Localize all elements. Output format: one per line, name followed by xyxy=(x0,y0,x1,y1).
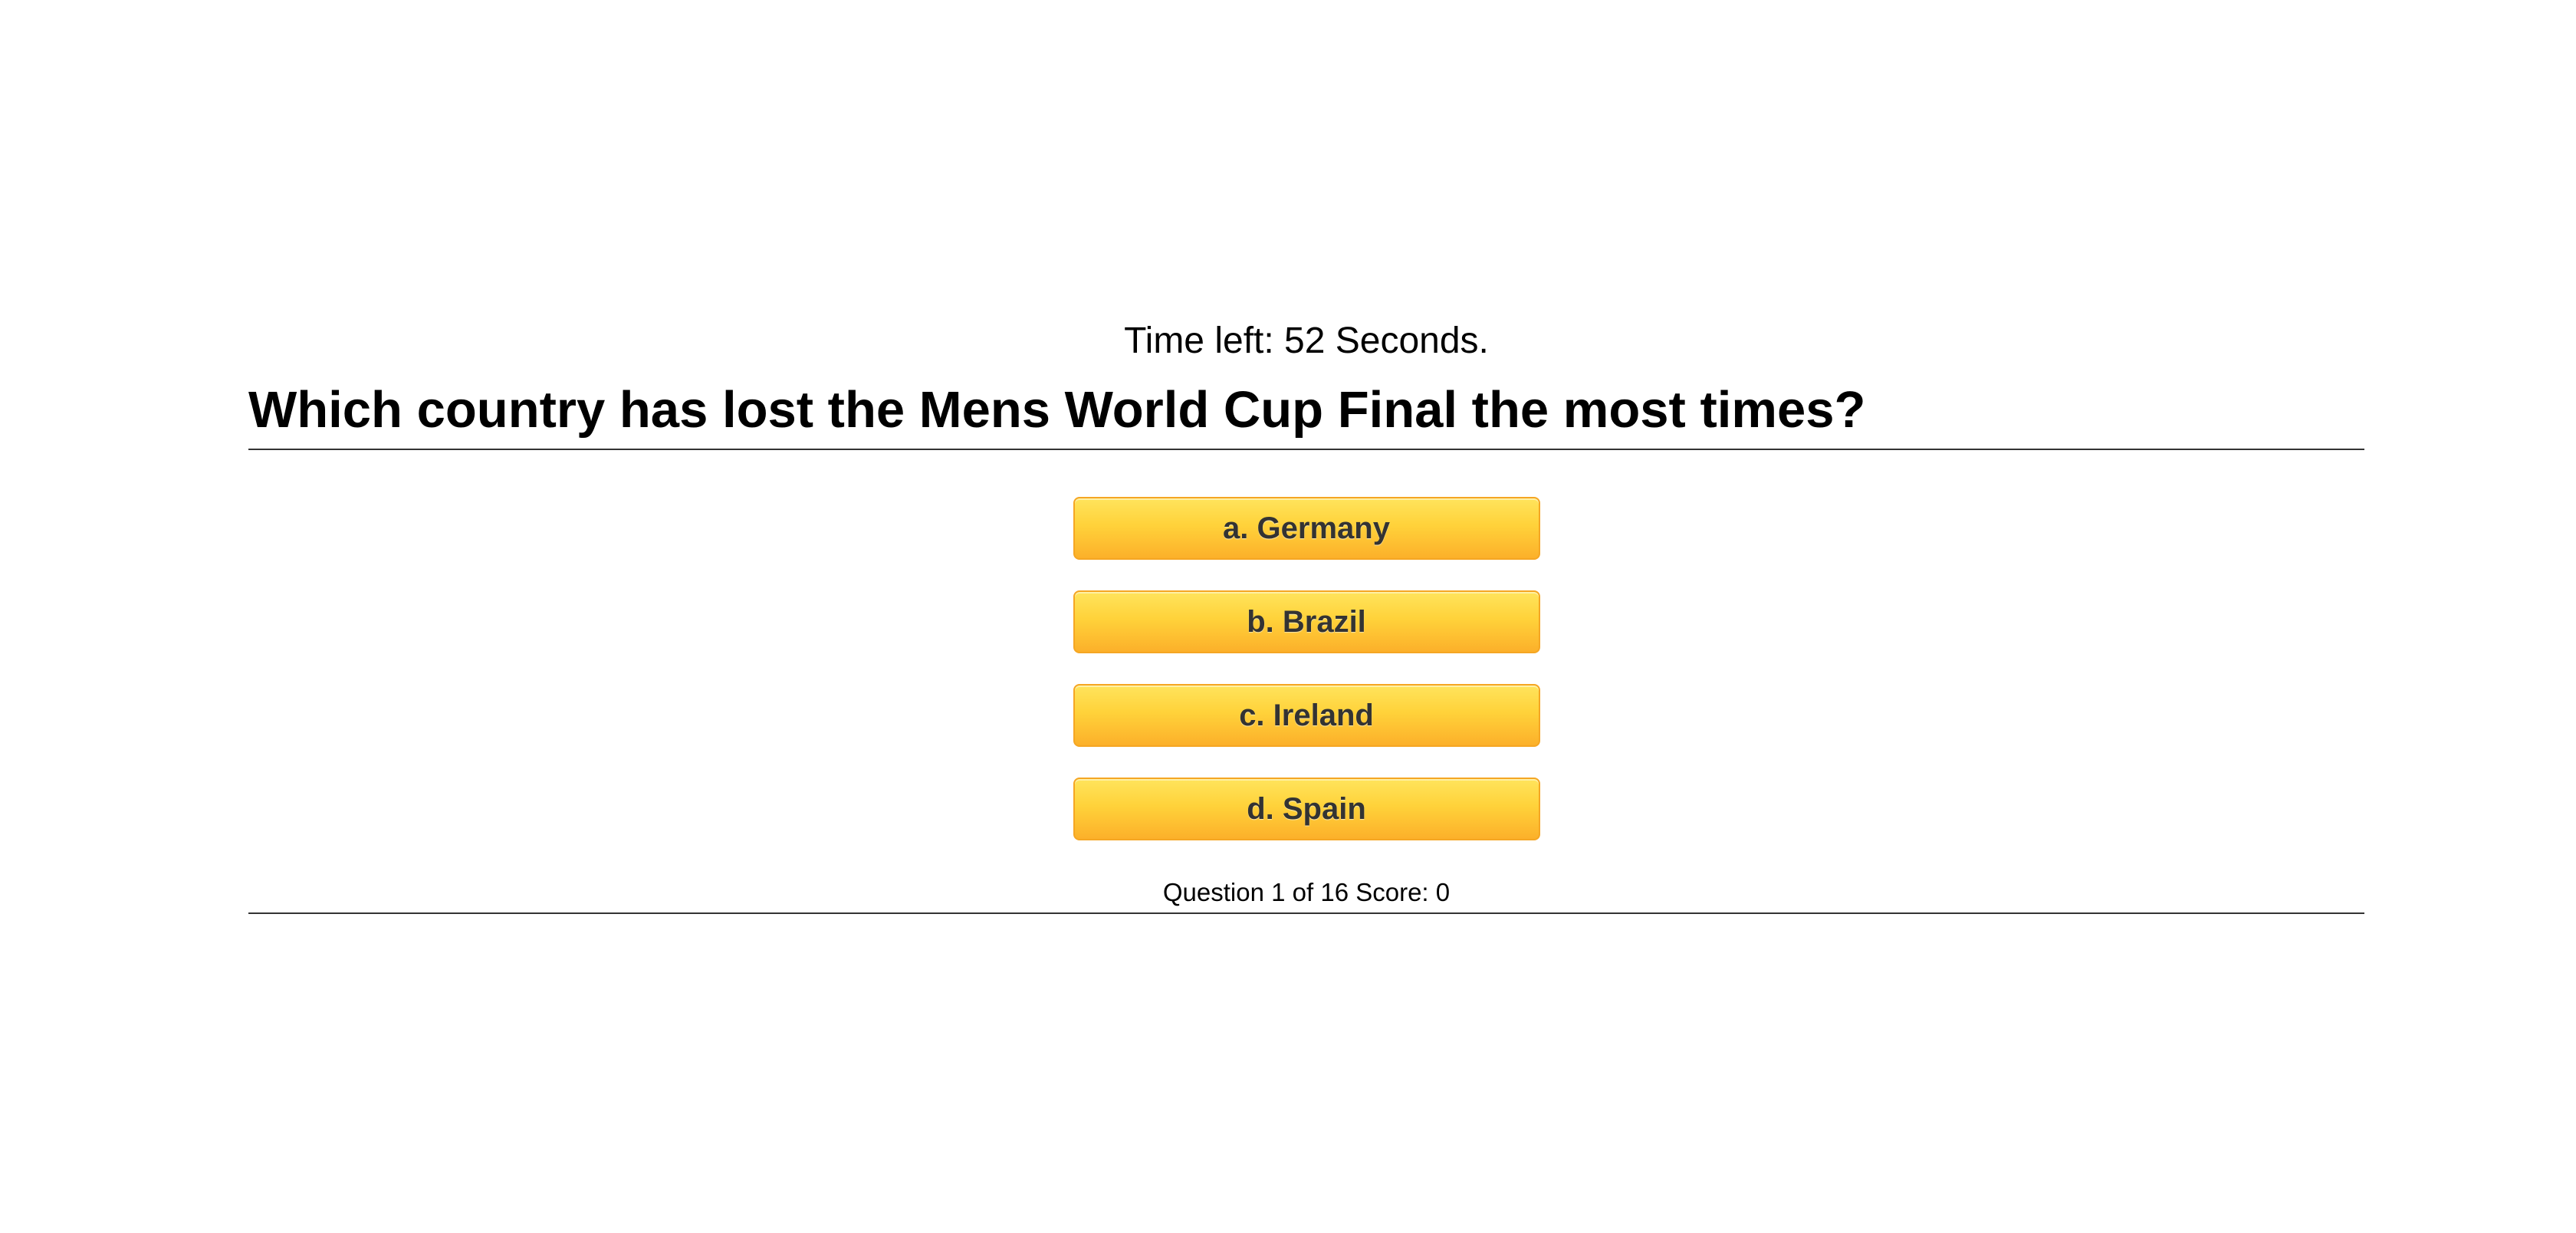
answer-button-c[interactable]: c. Ireland xyxy=(1073,684,1540,747)
question-progress-and-score: Question 1 of 16 Score: 0 xyxy=(248,876,2364,914)
quiz-container: Time left: 52 Seconds. Which country has… xyxy=(248,311,2364,914)
answer-button-a[interactable]: a. Germany xyxy=(1073,497,1540,560)
question-title: Which country has lost the Mens World Cu… xyxy=(248,372,2364,450)
answer-button-d[interactable]: d. Spain xyxy=(1073,778,1540,840)
answer-list: a. Germany b. Brazil c. Ireland d. Spain xyxy=(248,497,2364,871)
time-left-label: Time left: 52 Seconds. xyxy=(1124,321,1489,361)
answer-button-b[interactable]: b. Brazil xyxy=(1073,590,1540,653)
